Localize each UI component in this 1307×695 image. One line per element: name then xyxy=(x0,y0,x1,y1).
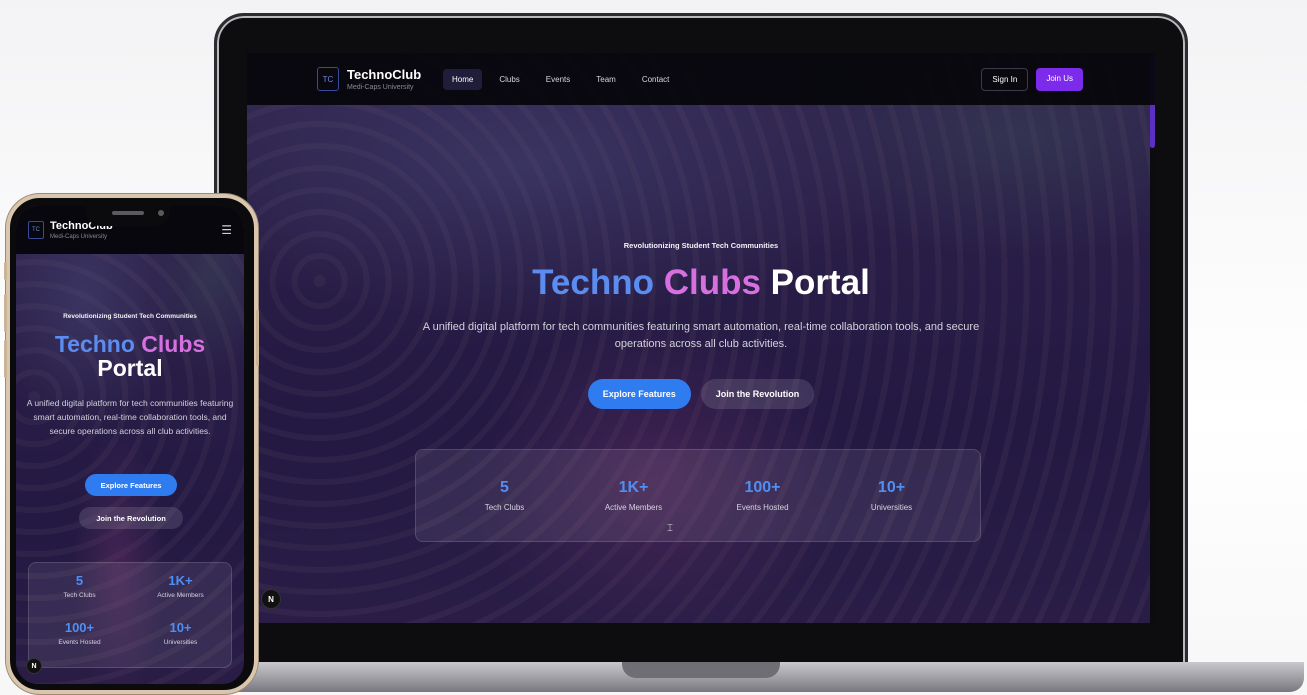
nav-link-contact[interactable]: Contact xyxy=(633,69,679,90)
stat-active-members: 1K+ Active Members xyxy=(579,479,689,512)
phone-hero-title-portal: Portal xyxy=(97,355,163,381)
laptop-notch xyxy=(622,662,780,678)
stat-value: 5 xyxy=(75,573,84,588)
stat-value: 10+ xyxy=(877,479,906,496)
stat-label: Tech Clubs xyxy=(63,592,96,599)
phone-speaker xyxy=(112,211,144,215)
laptop-screen: TC TechnoClub Medi-Caps University Home … xyxy=(247,53,1155,623)
hero-title: Techno Clubs Portal xyxy=(247,263,1155,303)
stat-universities: 10+ Universities xyxy=(837,479,947,512)
nav-link-clubs[interactable]: Clubs xyxy=(490,69,528,90)
stat-value: 100+ xyxy=(64,620,95,635)
phone-stat-tech-clubs: 5 Tech Clubs xyxy=(29,573,130,610)
brand[interactable]: TC TechnoClub Medi-Caps University xyxy=(317,67,443,91)
phone-hero-tagline: Revolutionizing Student Tech Communities xyxy=(63,313,197,320)
join-revolution-button[interactable]: Join the Revolution xyxy=(700,379,815,409)
phone-join-revolution-button[interactable]: Join the Revolution xyxy=(79,507,183,529)
phone-brand-subtitle: Medi-Caps University xyxy=(50,234,108,240)
phone-stat-events-hosted: 100+ Events Hosted xyxy=(29,620,130,657)
text-cursor-icon: ⌶ xyxy=(667,523,673,534)
brand-subtitle: Medi-Caps University xyxy=(347,84,414,91)
top-navbar: TC TechnoClub Medi-Caps University Home … xyxy=(247,53,1155,105)
hamburger-menu-icon[interactable]: ☰ xyxy=(221,223,232,237)
phone-camera-icon xyxy=(158,210,164,216)
phone-side-button xyxy=(4,340,7,378)
explore-features-button[interactable]: Explore Features xyxy=(587,379,691,409)
stat-value: 5 xyxy=(500,479,509,496)
nav-links: Home Clubs Events Team Contact xyxy=(443,68,679,90)
stats-panel: 5 Tech Clubs 1K+ Active Members 100+ Eve… xyxy=(415,449,981,542)
phone-hero-title-techno: Techno xyxy=(54,331,135,357)
sign-in-button[interactable]: Sign In xyxy=(981,67,1029,91)
stat-label: Universities xyxy=(163,639,198,646)
stat-value: 1K+ xyxy=(618,479,649,496)
stat-value: 1K+ xyxy=(168,573,193,588)
stat-tech-clubs: 5 Tech Clubs xyxy=(450,479,560,512)
nav-link-team[interactable]: Team xyxy=(587,69,625,90)
hero-title-techno: Techno xyxy=(532,263,654,302)
stat-label: Tech Clubs xyxy=(484,503,525,512)
phone-notch xyxy=(86,204,170,226)
phone-stats-panel: 5 Tech Clubs 1K+ Active Members 100+ Eve… xyxy=(28,562,232,668)
phone-stat-active-members: 1K+ Active Members xyxy=(130,573,231,610)
phone-hero-section: Revolutionizing Student Tech Communities… xyxy=(16,206,244,684)
phone-next-badge-icon[interactable]: N xyxy=(26,658,42,674)
brand-logo-icon: TC xyxy=(317,67,339,91)
stat-value: 10+ xyxy=(169,620,192,635)
stat-label: Active Members xyxy=(604,503,663,512)
stat-label: Events Hosted xyxy=(58,639,101,646)
hero-title-clubs: Clubs xyxy=(663,263,761,302)
phone-hero-title: Techno Clubs Portal xyxy=(16,332,244,380)
phone-side-button xyxy=(4,294,7,332)
stat-value: 100+ xyxy=(744,479,781,496)
join-us-button[interactable]: Join Us xyxy=(1036,67,1083,91)
phone-screen: TC TechnoClub Medi-Caps University ☰ Rev… xyxy=(16,206,244,684)
hero-title-portal: Portal xyxy=(770,263,870,302)
stat-events-hosted: 100+ Events Hosted xyxy=(708,479,818,512)
phone-hero-title-clubs: Clubs xyxy=(141,331,206,357)
hero-section: Revolutionizing Student Tech Communities… xyxy=(247,53,1155,623)
nav-link-events[interactable]: Events xyxy=(537,69,579,90)
stat-label: Events Hosted xyxy=(736,503,789,512)
hero-description: A unified digital platform for tech comm… xyxy=(422,321,980,350)
phone-hero-description: A unified digital platform for tech comm… xyxy=(26,398,234,436)
phone-stat-universities: 10+ Universities xyxy=(130,620,231,657)
stat-label: Universities xyxy=(870,503,913,512)
phone-explore-features-button[interactable]: Explore Features xyxy=(85,474,177,496)
next-badge-icon[interactable]: N xyxy=(261,589,281,609)
phone-brand-logo-icon: TC xyxy=(28,221,44,239)
hero-tagline: Revolutionizing Student Tech Communities xyxy=(623,241,779,250)
stat-label: Active Members xyxy=(157,592,204,599)
phone-side-button xyxy=(4,262,7,280)
nav-link-home[interactable]: Home xyxy=(443,68,483,90)
brand-name: TechnoClub xyxy=(347,67,422,82)
